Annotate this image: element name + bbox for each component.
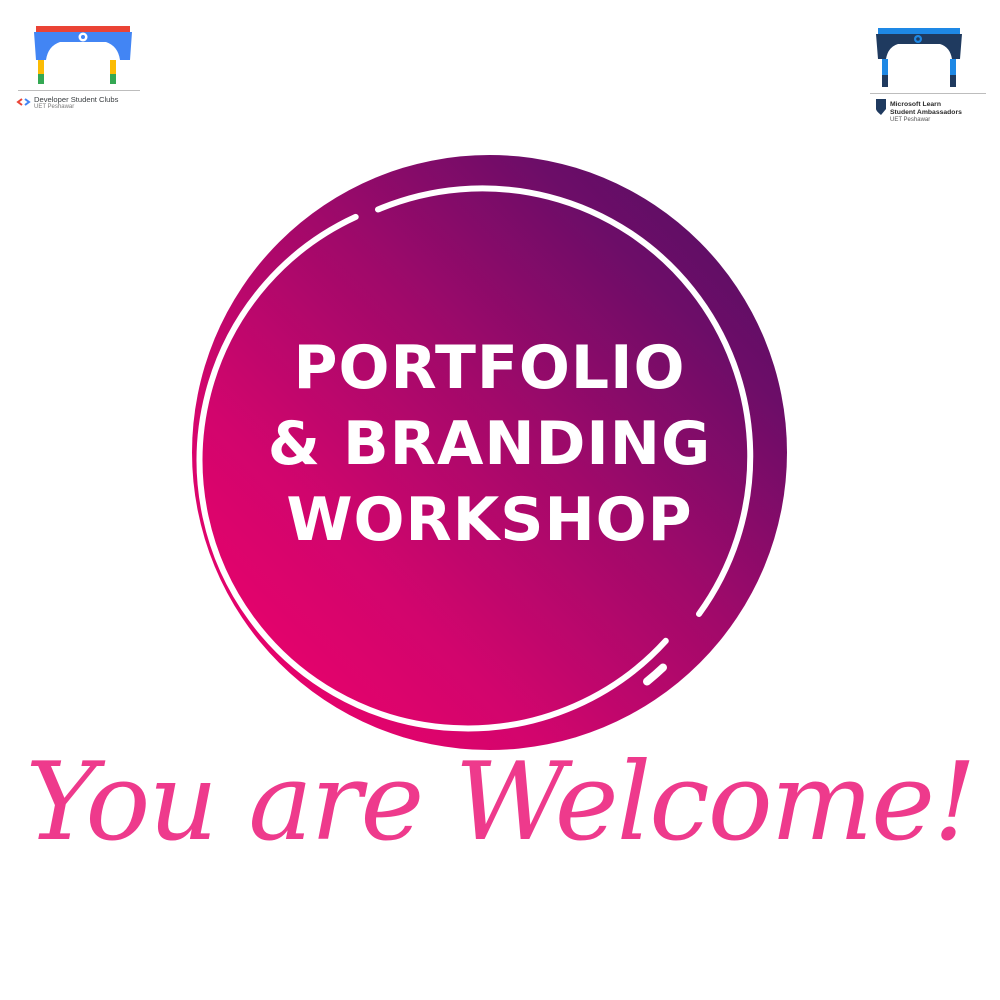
workshop-title: PORTFOLIO & BRANDING WORKSHOP (192, 330, 787, 558)
dsc-chapter: UET Peshawar (34, 104, 75, 110)
logo-divider (18, 90, 140, 91)
dsc-name: Developer Student Clubs (34, 95, 119, 104)
ring-dash (643, 663, 667, 686)
welcome-script-text: You are Welcome! (25, 740, 977, 865)
mlsa-name-line1: Microsoft Learn (890, 101, 941, 108)
title-line-2: & BRANDING (267, 409, 712, 479)
archway-logo (16, 26, 140, 106)
right-pillar-top (950, 59, 956, 75)
title-line-1: PORTFOLIO (293, 333, 686, 403)
right-pillar-bottom (950, 75, 956, 87)
code-brackets-icon (16, 98, 31, 106)
left-pillar-top (882, 59, 888, 75)
dsc-logo: Developer Student Clubs UET Peshawar (12, 20, 147, 120)
mlsa-logo: Microsoft Learn Student Ambassadors UET … (868, 25, 988, 125)
arch-top-strip (878, 28, 960, 34)
left-pillar-bottom (38, 74, 44, 84)
right-pillar-top (110, 60, 116, 74)
mlsa-chapter: UET Peshawar (890, 117, 931, 123)
left-pillar-top (38, 60, 44, 74)
left-pillar-bottom (882, 75, 888, 87)
gear-icon (914, 35, 922, 43)
arch-top-strip (36, 26, 130, 32)
logo-divider (870, 93, 986, 94)
right-pillar-bottom (110, 74, 116, 84)
title-line-3: WORKSHOP (286, 485, 693, 555)
mlsa-name-line2: Student Ambassadors (890, 109, 962, 116)
gear-icon (78, 32, 88, 42)
shield-badge-icon (876, 99, 886, 115)
